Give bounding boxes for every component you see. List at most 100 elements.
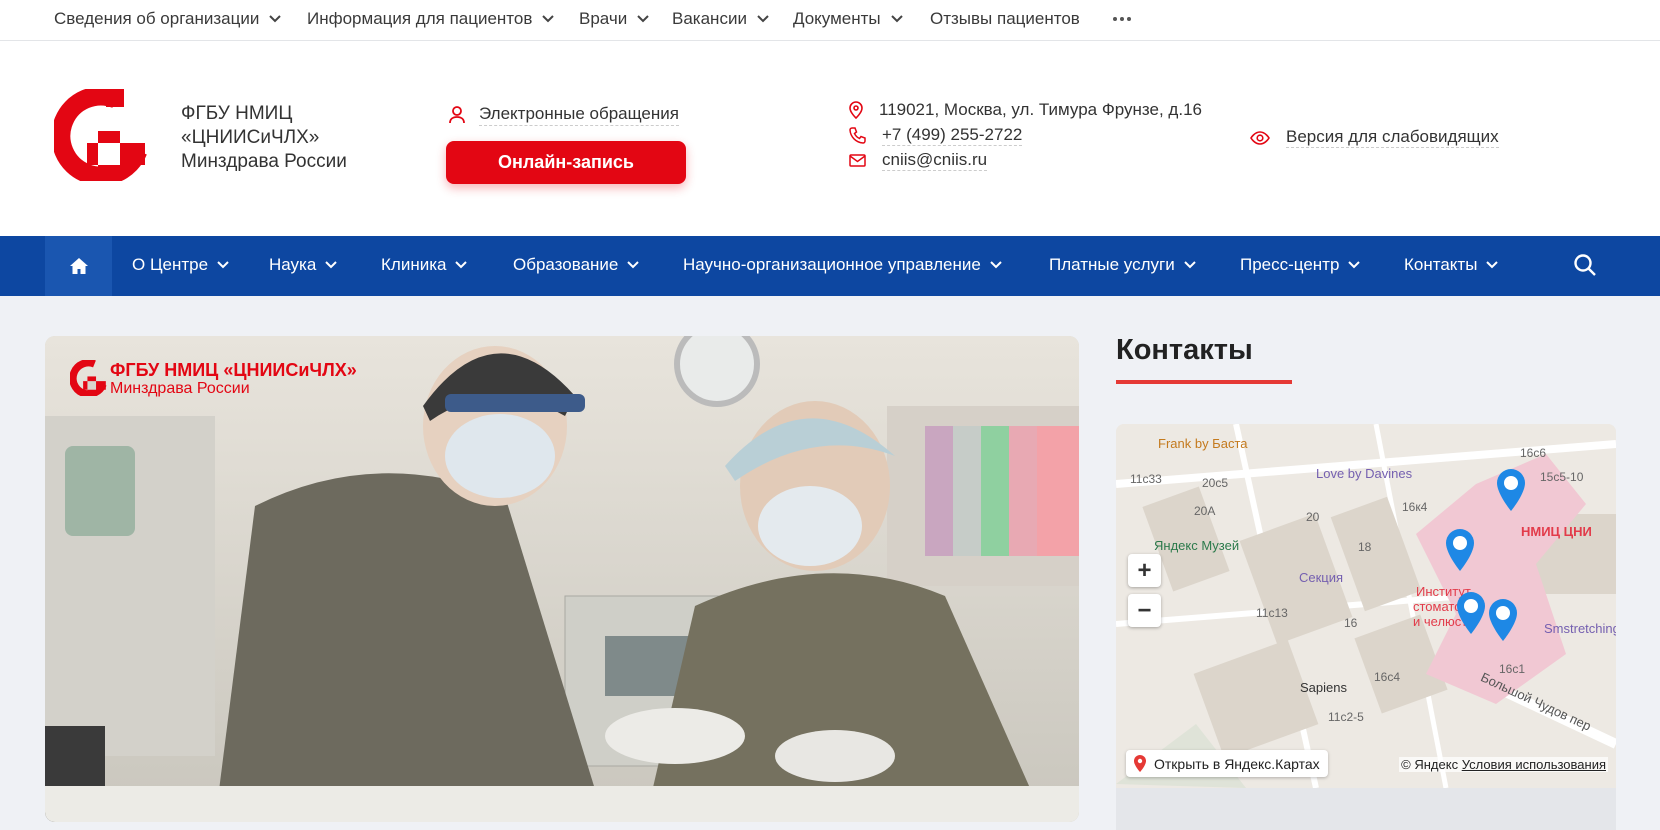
more-dots-icon[interactable]: [1113, 17, 1131, 21]
map-label: 15с5-10: [1540, 470, 1584, 484]
map-pin-icon[interactable]: [1488, 598, 1518, 642]
phone-row[interactable]: +7 (499) 255-2722: [849, 125, 1023, 146]
topbar-item-label: Сведения об организации: [54, 9, 260, 28]
nav-item-contacts[interactable]: Контакты: [1404, 255, 1499, 275]
map-label: Frank by Баста: [1158, 436, 1248, 451]
map-label: Секция: [1299, 570, 1344, 585]
online-booking-button[interactable]: Онлайн-запись: [446, 141, 686, 184]
address-text: 119021, Москва, ул. Тимура Фрунзе, д.16: [879, 100, 1202, 119]
chevron-down-icon: [269, 15, 282, 23]
cniis-logo[interactable]: [54, 89, 150, 181]
hero-surgery-image: [45, 336, 1079, 822]
location-pin-icon: [849, 101, 863, 119]
open-in-yandex-maps-button[interactable]: Открыть в Яндекс.Картах: [1126, 750, 1328, 777]
nav-item-education[interactable]: Образование: [513, 255, 640, 275]
topbar-item-documents[interactable]: Документы: [793, 9, 903, 29]
nav-item-about[interactable]: О Центре: [132, 255, 229, 275]
phone-icon: [849, 127, 866, 144]
topbar-item-vacancies[interactable]: Вакансии: [672, 9, 769, 29]
hero-brand-subtitle: Минздрава России: [110, 380, 250, 397]
chevron-down-icon: [1348, 261, 1361, 269]
topbar-item-label: Документы: [793, 9, 881, 28]
hero-banner[interactable]: ФГБУ НМИЦ «ЦНИИСиЧЛХ» Минздрава России: [45, 336, 1079, 822]
topbar-item-doctors[interactable]: Врачи: [579, 9, 649, 29]
main-nav: О Центре Наука Клиника Образование Научн…: [0, 236, 1660, 296]
topbar-item-label: Отзывы пациентов: [930, 9, 1080, 28]
nav-item-label: Контакты: [1404, 255, 1478, 274]
map-pin-icon[interactable]: [1445, 528, 1475, 572]
email-row[interactable]: cniis@cniis.ru: [849, 150, 988, 171]
org-name[interactable]: ФГБУ НМИЦ «ЦНИИСиЧЛХ» Минздрава России: [181, 102, 401, 174]
eye-icon: [1250, 130, 1270, 145]
contacts-heading-underline: [1116, 380, 1292, 384]
org-name-line: «ЦНИИСиЧЛХ»: [181, 127, 320, 148]
top-bar: Сведения об организации Информация для п…: [0, 0, 1660, 41]
phone-link[interactable]: +7 (499) 255-2722: [882, 125, 1023, 146]
map-copyright: © Яндекс Условия использования: [1399, 757, 1608, 772]
nav-item-label: Клиника: [381, 255, 447, 274]
map-label: Love by Davines: [1316, 466, 1413, 481]
map-pin-icon[interactable]: [1496, 468, 1526, 512]
chevron-down-icon: [637, 15, 649, 23]
map-zoom-in-button[interactable]: +: [1128, 554, 1161, 587]
nav-item-science[interactable]: Наука: [269, 255, 338, 275]
chevron-down-icon: [990, 261, 1002, 269]
topbar-item-label: Врачи: [579, 9, 628, 28]
map-label: 20с5: [1202, 476, 1229, 490]
nav-item-paid-services[interactable]: Платные услуги: [1049, 255, 1196, 275]
topbar-item-reviews[interactable]: Отзывы пациентов: [930, 9, 1080, 29]
map-copyright-text: © Яндекс: [1401, 757, 1459, 772]
topbar-item-label: Информация для пациентов: [307, 9, 533, 28]
search-icon[interactable]: [1573, 253, 1597, 277]
map-terms-link[interactable]: Условия использования: [1462, 757, 1606, 772]
topbar-item-organization[interactable]: Сведения об организации: [54, 9, 282, 29]
map-pin-icon[interactable]: [1456, 591, 1486, 635]
map-label: НМИЦ ЦНИ: [1521, 524, 1592, 539]
nav-item-label: Пресс-центр: [1240, 255, 1340, 274]
chevron-down-icon: [1486, 261, 1499, 269]
nav-item-clinic[interactable]: Клиника: [381, 255, 468, 275]
map-label: 16: [1344, 616, 1358, 630]
nav-item-science-management[interactable]: Научно-организационное управление: [683, 255, 1002, 275]
chevron-down-icon: [890, 15, 903, 23]
map-label: 16с4: [1374, 670, 1401, 684]
nav-item-label: Научно-организационное управление: [683, 255, 981, 274]
topbar-item-patients[interactable]: Информация для пациентов: [307, 9, 555, 29]
electronic-appeals-link[interactable]: Электронные обращения: [449, 104, 679, 126]
topbar-item-label: Вакансии: [672, 9, 747, 28]
map-label: 11с13: [1256, 606, 1288, 620]
location-pin-icon: [1134, 755, 1146, 772]
chevron-down-icon: [455, 261, 468, 269]
electronic-appeals-label: Электронные обращения: [479, 104, 679, 126]
chevron-down-icon: [757, 15, 769, 23]
map-label: 20А: [1194, 504, 1216, 518]
nav-item-label: Платные услуги: [1049, 255, 1175, 274]
map-label: 18: [1358, 540, 1372, 554]
org-name-line: Минздрава России: [181, 151, 347, 172]
map-label: Яндекс Музей: [1154, 538, 1240, 553]
nav-item-label: Наука: [269, 255, 317, 274]
user-icon: [449, 106, 465, 124]
chevron-down-icon: [1184, 261, 1196, 269]
yandex-map[interactable]: Frank by Баста Love by Davines Яндекс Му…: [1116, 424, 1616, 788]
email-link[interactable]: cniis@cniis.ru: [882, 150, 988, 171]
nav-item-label: О Центре: [132, 255, 209, 274]
map-label: 16с1: [1499, 662, 1526, 676]
map-label: 16с6: [1520, 446, 1547, 460]
nav-item-label: Образование: [513, 255, 619, 274]
nav-home-button[interactable]: [45, 236, 112, 296]
chevron-down-icon: [217, 261, 229, 269]
chevron-down-icon: [542, 15, 555, 23]
low-vision-label: Версия для слабовидящих: [1286, 127, 1499, 148]
site-header: ФГБУ НМИЦ «ЦНИИСиЧЛХ» Минздрава России Э…: [0, 41, 1660, 236]
chevron-down-icon: [627, 261, 640, 269]
nav-item-press-center[interactable]: Пресс-центр: [1240, 255, 1361, 275]
address-row: 119021, Москва, ул. Тимура Фрунзе, д.16: [849, 100, 1202, 120]
map-zoom-out-button[interactable]: −: [1128, 594, 1161, 627]
home-icon: [69, 258, 88, 274]
org-name-line: ФГБУ НМИЦ: [181, 103, 293, 124]
map-label: Smstretching: [1544, 621, 1616, 636]
map-label: 11с2-5: [1328, 710, 1364, 724]
low-vision-version-link[interactable]: Версия для слабовидящих: [1250, 127, 1499, 148]
chevron-down-icon: [325, 261, 338, 269]
